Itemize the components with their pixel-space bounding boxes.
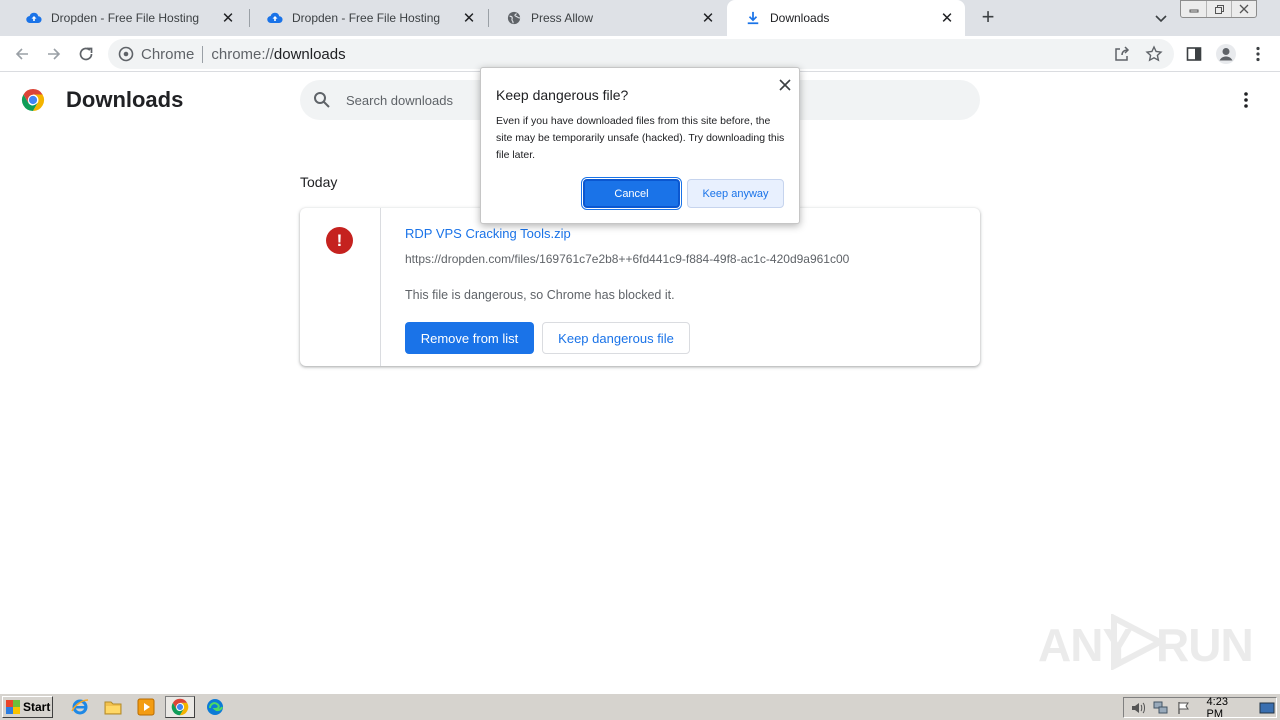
tab-title: Downloads: [770, 11, 830, 25]
tab-title: Press Allow: [531, 11, 594, 25]
media-player-icon[interactable]: [135, 697, 157, 717]
close-icon[interactable]: ✕: [220, 10, 236, 27]
chrome-logo-icon: [21, 88, 45, 112]
system-tray: 4:23 PM: [1123, 696, 1277, 720]
tab-title: Dropden - Free File Hosting: [51, 11, 200, 25]
download-status: This file is dangerous, so Chrome has bl…: [405, 288, 675, 302]
start-button[interactable]: Start: [2, 696, 53, 718]
new-tab-button[interactable]: +: [976, 6, 1000, 30]
minimize-icon[interactable]: [1181, 1, 1206, 17]
keep-anyway-button[interactable]: Keep anyway: [687, 179, 784, 208]
bookmark-star-icon[interactable]: [1142, 42, 1166, 66]
close-icon[interactable]: ✕: [461, 10, 477, 27]
danger-icon: !: [326, 227, 353, 254]
watermark-text-right: RUN: [1156, 619, 1254, 671]
chrome-icon[interactable]: [165, 696, 195, 718]
origin-chip: Chrome: [141, 45, 204, 63]
close-icon[interactable]: [775, 75, 795, 95]
file-name-link[interactable]: RDP VPS Cracking Tools.zip: [405, 226, 571, 241]
cancel-button[interactable]: Cancel: [581, 177, 682, 210]
more-actions-icon[interactable]: [1236, 90, 1256, 110]
close-icon[interactable]: ✕: [939, 10, 955, 27]
forward-button[interactable]: [42, 42, 66, 66]
dialog-message: Even if you have downloaded files from t…: [496, 115, 785, 161]
download-item-card: ! RDP VPS Cracking Tools.zip https://dro…: [300, 208, 980, 366]
anyrun-watermark: ANY RUN: [1038, 612, 1254, 672]
download-icon: [745, 10, 761, 26]
tab-press-allow[interactable]: Press Allow ✕: [488, 0, 726, 36]
url-host: downloads: [273, 45, 346, 63]
start-label: Start: [23, 700, 51, 714]
reload-button[interactable]: [74, 42, 98, 66]
file-explorer-icon[interactable]: [102, 697, 124, 717]
globe-icon: [506, 10, 522, 26]
profile-avatar-icon[interactable]: [1214, 42, 1238, 66]
dialog-title: Keep dangerous file?: [496, 87, 629, 103]
action-center-flag-icon[interactable]: [1175, 700, 1193, 716]
date-heading: Today: [300, 174, 338, 190]
taskbar: Start 4:23 PM: [0, 693, 1280, 720]
tab-dropden-2[interactable]: Dropden - Free File Hosting ✕: [249, 0, 487, 36]
show-desktop-icon[interactable]: [1258, 700, 1276, 716]
tab-strip: Dropden - Free File Hosting ✕ Dropden - …: [0, 0, 1280, 36]
file-icon-column: !: [300, 208, 381, 366]
keep-dangerous-file-dialog: Keep dangerous file? Even if you have do…: [480, 67, 800, 224]
chrome-page-icon: [118, 46, 134, 62]
restore-icon[interactable]: [1206, 1, 1231, 17]
internet-explorer-icon[interactable]: [69, 697, 91, 717]
cloud-upload-icon: [26, 10, 42, 26]
search-icon: [312, 90, 332, 110]
chevron-down-icon[interactable]: [1152, 9, 1170, 27]
taskbar-clock[interactable]: 4:23 PM: [1207, 696, 1248, 720]
url-text: chrome://downloads: [203, 46, 345, 63]
file-source-url[interactable]: https://dropden.com/files/169761c7e2b8++…: [405, 252, 849, 266]
close-icon[interactable]: ✕: [700, 10, 716, 27]
back-button[interactable]: [10, 42, 34, 66]
side-panel-icon[interactable]: [1182, 42, 1206, 66]
edge-icon[interactable]: [204, 697, 226, 717]
close-window-icon[interactable]: [1231, 1, 1256, 17]
tab-dropden-1[interactable]: Dropden - Free File Hosting ✕: [8, 0, 246, 36]
tab-downloads[interactable]: Downloads ✕: [727, 0, 965, 36]
volume-icon[interactable]: [1129, 700, 1147, 716]
windows-logo-icon: [6, 700, 20, 714]
page-title: Downloads: [66, 87, 184, 112]
cloud-upload-icon: [267, 10, 283, 26]
share-icon[interactable]: [1110, 42, 1134, 66]
remove-from-list-button[interactable]: Remove from list: [405, 322, 534, 354]
address-bar[interactable]: Chrome chrome://downloads: [108, 39, 1174, 69]
network-icon[interactable]: [1152, 700, 1170, 716]
keep-dangerous-file-button[interactable]: Keep dangerous file: [542, 322, 690, 354]
url-scheme: chrome://: [211, 45, 274, 63]
chrome-menu-icon[interactable]: [1246, 42, 1270, 66]
tab-title: Dropden - Free File Hosting: [292, 11, 441, 25]
window-controls: [1180, 0, 1257, 18]
